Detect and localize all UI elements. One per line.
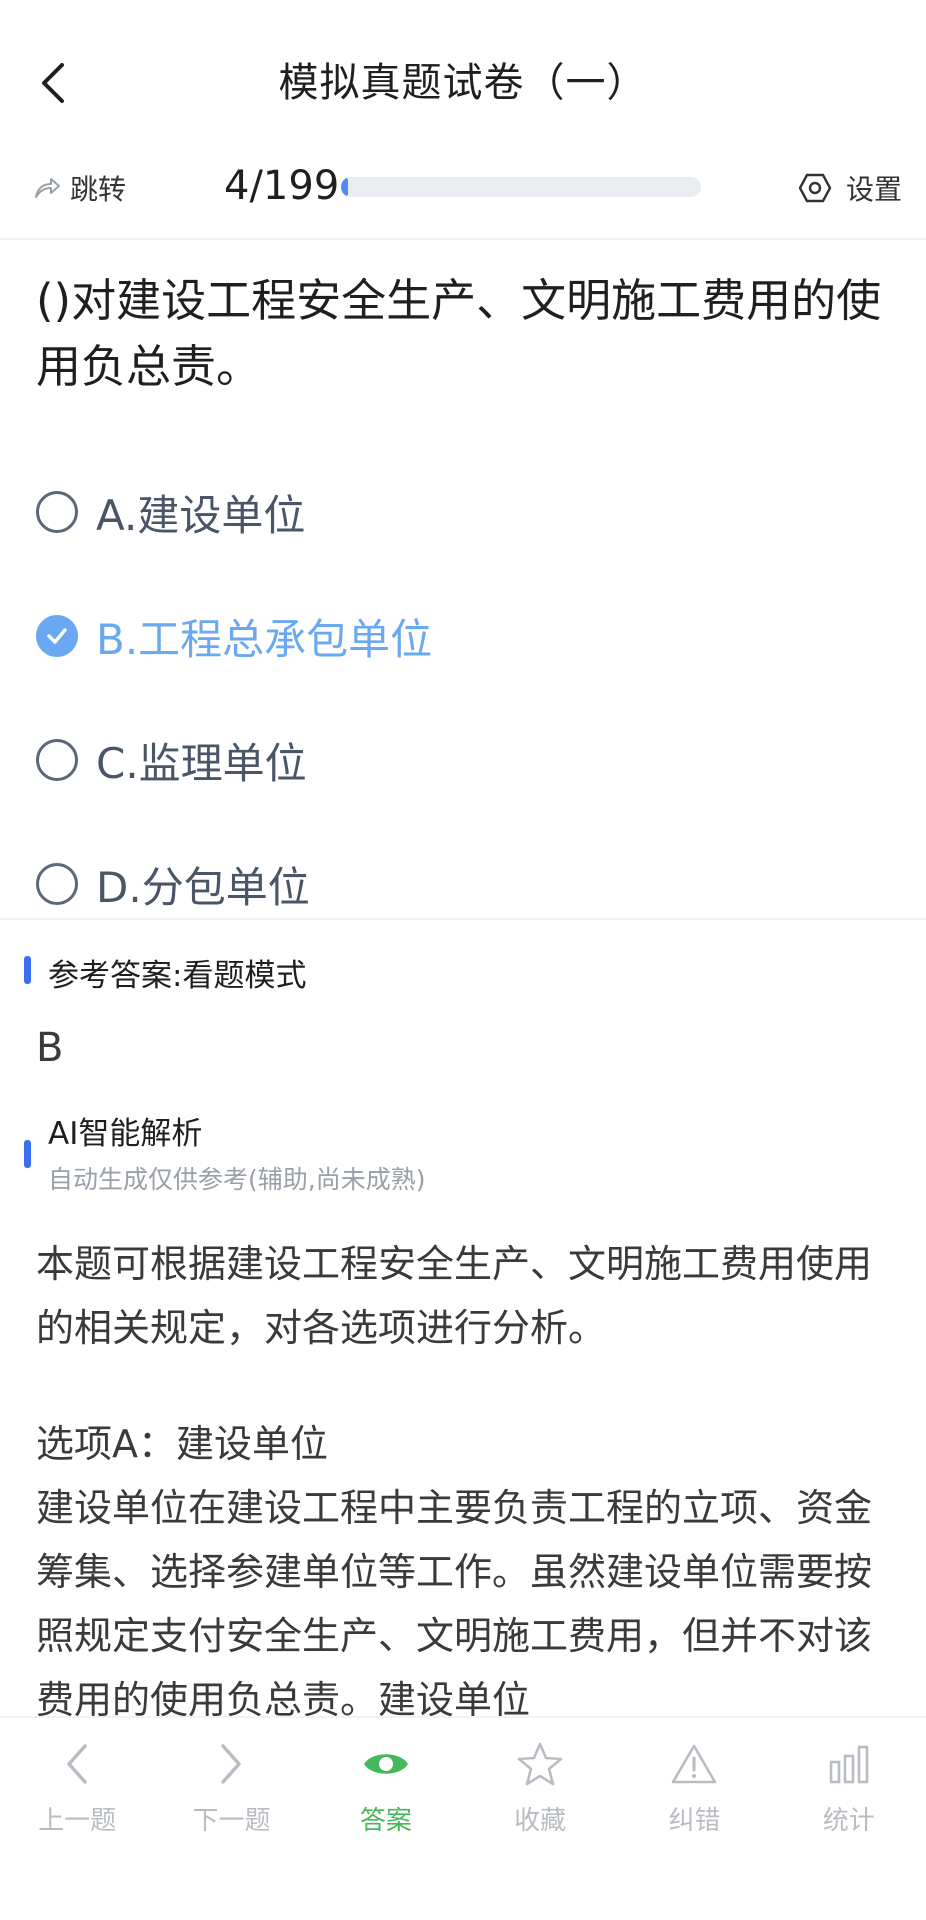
report-error-button[interactable]: 纠错 (617, 1718, 771, 1920)
chevron-left-icon (67, 1744, 87, 1784)
question-toolbar: 跳转 4/199 设置 (0, 160, 926, 240)
gear-icon (798, 173, 832, 203)
progress-fill (341, 177, 349, 197)
nav-label: 下一题 (192, 1806, 271, 1836)
nav-label: 上一题 (38, 1806, 117, 1836)
settings-label: 设置 (845, 173, 902, 206)
check-icon (47, 628, 67, 644)
reference-answer-title: 参考答案:看题模式 (48, 958, 307, 994)
analysis-paragraph: 本题可根据建设工程安全生产、文明施工费用使用的相关规定，对各选项进行分析。 (36, 1242, 873, 1350)
bar-chart-icon (829, 1745, 869, 1784)
page-title: 模拟真题试卷（一） (278, 60, 648, 106)
jump-label: 跳转 (70, 173, 127, 206)
nav-label: 答案 (359, 1806, 412, 1836)
radio-icon (36, 863, 78, 905)
ai-analysis-subtitle: 自动生成仅供参考(辅助,尚未成熟) (48, 1165, 426, 1194)
options-list: A.建设单位 B.工程总承包单位 C.监理单位 D.分包单位 (36, 450, 896, 946)
option-c[interactable]: C.监理单位 (36, 698, 896, 822)
prev-question-button[interactable]: 上一题 (0, 1718, 154, 1920)
chevron-right-icon (221, 1744, 242, 1784)
question-counter: 4/199 (224, 163, 340, 209)
progress-bar (341, 177, 701, 197)
header: 模拟真题试卷（一） (0, 0, 926, 160)
radio-checked-icon (36, 615, 78, 657)
option-label: D.分包单位 (96, 862, 310, 912)
option-label: A.建设单位 (96, 490, 306, 540)
radio-icon (36, 739, 78, 781)
ai-analysis-title: AI智能解析 (48, 1116, 203, 1152)
section-marker (24, 956, 31, 984)
jump-button[interactable]: 跳转 (32, 168, 126, 208)
radio-icon (36, 491, 78, 533)
next-question-button[interactable]: 下一题 (154, 1718, 308, 1920)
option-label: B.工程总承包单位 (96, 614, 433, 664)
warning-icon (672, 1744, 717, 1784)
analysis-paragraph: 建设单位在建设工程中主要负责工程的立项、资金筹集、选择参建单位等工作。虽然建设单… (36, 1486, 873, 1722)
question-text: ()对建设工程安全生产、文明施工费用的使用负总责。 (36, 274, 882, 393)
statistics-button[interactable]: 统计 (772, 1718, 926, 1920)
option-d[interactable]: D.分包单位 (36, 822, 896, 946)
ai-analysis-body: 本题可根据建设工程安全生产、文明施工费用使用的相关规定，对各选项进行分析。 选项… (36, 1232, 902, 1732)
answer-button[interactable]: 答案 (309, 1718, 463, 1920)
bottom-nav: 上一题 下一题 答案 收藏 纠错 统计 (0, 1716, 926, 1920)
option-label: C.监理单位 (96, 738, 307, 788)
nav-label: 收藏 (514, 1806, 567, 1836)
eye-icon (363, 1754, 408, 1774)
share-arrow-icon (35, 178, 60, 198)
nav-label: 纠错 (668, 1806, 721, 1836)
nav-label: 统计 (822, 1806, 875, 1836)
option-a[interactable]: A.建设单位 (36, 450, 896, 574)
favorite-button[interactable]: 收藏 (463, 1718, 617, 1920)
reference-answer-value: B (36, 1025, 64, 1071)
option-b[interactable]: B.工程总承包单位 (36, 574, 896, 698)
star-icon (517, 1742, 563, 1786)
section-marker (24, 1140, 31, 1168)
settings-button[interactable]: 设置 (798, 168, 902, 208)
analysis-subheading: 选项A：建设单位 (36, 1422, 328, 1466)
section-divider (0, 918, 926, 920)
